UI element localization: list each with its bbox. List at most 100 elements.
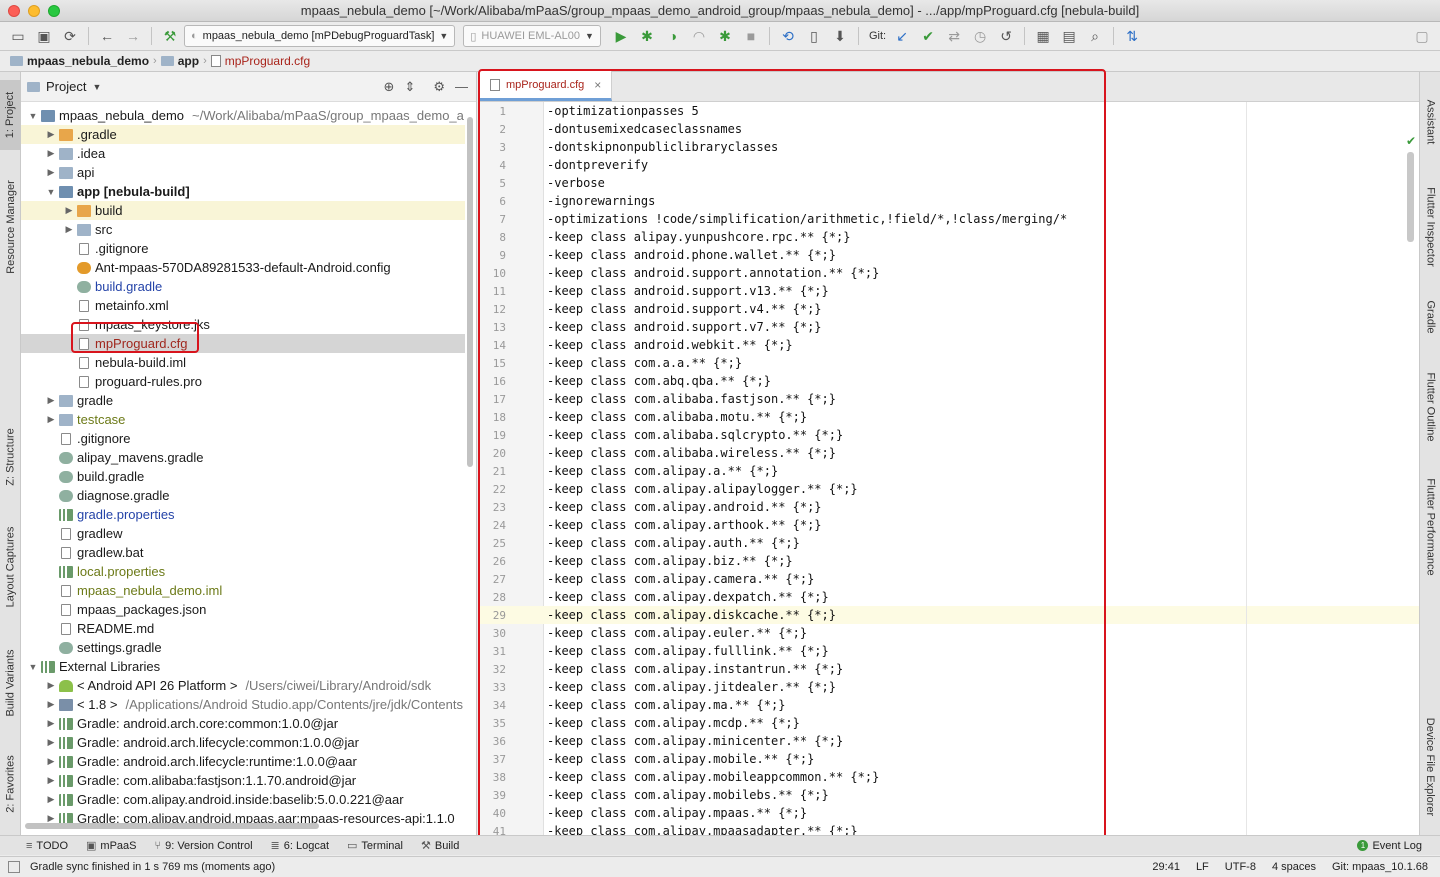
code-line[interactable]: 32 -keep class com.alipay.instantrun.** {… — [478, 660, 1419, 678]
tab-device-file-explorer[interactable]: Device File Explorer — [1420, 702, 1440, 832]
code-line[interactable]: 18 -keep class com.alibaba.motu.** {*;} — [478, 408, 1419, 426]
tree-vertical-scrollbar[interactable] — [467, 117, 473, 467]
tab-resource-manager[interactable]: Resource Manager — [0, 167, 21, 287]
tree-row[interactable]: settings.gradle — [21, 638, 465, 657]
code-line[interactable]: 9 -keep class android.phone.wallet.** {*;… — [478, 246, 1419, 264]
code-line[interactable]: 21 -keep class com.alipay.a.** {*;} — [478, 462, 1419, 480]
run-icon[interactable]: ▶ — [609, 25, 633, 47]
code-line[interactable]: 15 -keep class com.a.a.** {*;} — [478, 354, 1419, 372]
gear-icon[interactable]: ⚙ — [433, 79, 445, 95]
code-line[interactable]: 1 -optimizationpasses 5 — [478, 102, 1419, 120]
collapsed-arrow-icon[interactable]: ▶ — [45, 794, 57, 805]
tree-row[interactable]: diagnose.gradle — [21, 486, 465, 505]
profile-icon[interactable]: ◠ — [687, 25, 711, 47]
git-commit-icon[interactable]: ✔ — [916, 25, 940, 47]
stop-icon[interactable]: ■ — [739, 25, 763, 47]
forward-arrow-icon[interactable]: → — [121, 25, 145, 47]
breadcrumb-item-file[interactable]: mpProguard.cfg — [210, 54, 310, 68]
project-view-select[interactable]: Project — [46, 79, 86, 94]
chevron-down-icon[interactable]: ▼ — [92, 82, 101, 92]
editor-tab-mpproguard[interactable]: mpProguard.cfg × — [478, 71, 613, 101]
project-structure-icon[interactable]: ▦ — [1031, 25, 1055, 47]
collapsed-arrow-icon[interactable]: ▶ — [45, 167, 57, 178]
code-line[interactable]: 20 -keep class com.alibaba.wireless.** {*… — [478, 444, 1419, 462]
search-icon[interactable]: ⌕ — [1083, 25, 1107, 47]
tree-row[interactable]: local.properties — [21, 562, 465, 581]
code-line[interactable]: 33 -keep class com.alipay.jitdealer.** {*… — [478, 678, 1419, 696]
git-branch[interactable]: Git: mpaas_10.1.68 — [1332, 861, 1428, 873]
collapsed-arrow-icon[interactable]: ▶ — [63, 205, 75, 216]
code-line[interactable]: 19 -keep class com.alibaba.sqlcrypto.** {… — [478, 426, 1419, 444]
code-line[interactable]: 37 -keep class com.alipay.mobile.** {*;} — [478, 750, 1419, 768]
tab-gradle[interactable]: Gradle — [1420, 287, 1440, 347]
tree-row[interactable]: ▶ Gradle: android.arch.core:common:1.0.0@… — [21, 714, 465, 733]
code-line[interactable]: 23 -keep class com.alipay.android.** {*;} — [478, 498, 1419, 516]
collapsed-arrow-icon[interactable]: ▶ — [45, 395, 57, 406]
back-arrow-icon[interactable]: ← — [95, 25, 119, 47]
code-line[interactable]: 36 -keep class com.alipay.minicenter.** {… — [478, 732, 1419, 750]
tree-row[interactable]: ▶ testcase — [21, 410, 465, 429]
save-all-icon[interactable]: ▣ — [32, 25, 56, 47]
debug-icon[interactable]: ✱ — [635, 25, 659, 47]
collapsed-arrow-icon[interactable]: ▶ — [45, 737, 57, 748]
bottom-tool-6-logcat[interactable]: ≣ 6: Logcat — [271, 839, 329, 853]
tab-build-variants[interactable]: Build Variants — [0, 640, 21, 725]
code-line[interactable]: 13 -keep class android.support.v7.** {*;} — [478, 318, 1419, 336]
code-line[interactable]: 40 -keep class com.alipay.mpaas.** {*;} — [478, 804, 1419, 822]
collapsed-arrow-icon[interactable]: ▶ — [63, 224, 75, 235]
gradle-sync-icon[interactable]: ⟲ — [776, 25, 800, 47]
code-line[interactable]: 7 -optimizations !code/simplification/ari… — [478, 210, 1419, 228]
tab-project[interactable]: 1: Project — [0, 80, 21, 150]
tree-row[interactable]: mpaas_nebula_demo.iml — [21, 581, 465, 600]
bottom-tool-mpaas[interactable]: ▣ mPaaS — [86, 839, 136, 853]
tree-row[interactable]: ▶ Gradle: com.alipay.android.inside:basel… — [21, 790, 465, 809]
code-line[interactable]: 39 -keep class com.alipay.mobilebs.** {*;… — [478, 786, 1419, 804]
event-log-button[interactable]: 1 Event Log — [1357, 840, 1422, 852]
device-select[interactable]: ▯ HUAWEI EML-AL00 ▼ — [463, 25, 601, 47]
tree-row[interactable]: ▶ build — [21, 201, 465, 220]
tab-flutter-outline[interactable]: Flutter Outline — [1420, 362, 1440, 452]
collapsed-arrow-icon[interactable]: ▶ — [45, 775, 57, 786]
coverage-icon[interactable]: ◑ — [661, 25, 685, 47]
code-line[interactable]: 8 -keep class alipay.yunpushcore.rpc.** {… — [478, 228, 1419, 246]
expanded-arrow-icon[interactable]: ▼ — [27, 111, 39, 121]
tree-row[interactable]: mpaas_packages.json — [21, 600, 465, 619]
tree-row[interactable]: ▶ gradle — [21, 391, 465, 410]
close-window-button[interactable] — [8, 4, 20, 17]
code-line[interactable]: 34 -keep class com.alipay.ma.** {*;} — [478, 696, 1419, 714]
bottom-tool-terminal[interactable]: ▭ Terminal — [347, 839, 403, 853]
expanded-arrow-icon[interactable]: ▼ — [45, 187, 57, 197]
collapsed-arrow-icon[interactable]: ▶ — [45, 718, 57, 729]
apk-analyzer-icon[interactable]: ⇅ — [1120, 25, 1144, 47]
tab-flutter-performance[interactable]: Flutter Performance — [1420, 467, 1440, 587]
code-line[interactable]: 14 -keep class android.webkit.** {*;} — [478, 336, 1419, 354]
code-line[interactable]: 28 -keep class com.alipay.dexpatch.** {*;… — [478, 588, 1419, 606]
collapsed-arrow-icon[interactable]: ▶ — [45, 148, 57, 159]
status-message[interactable]: Gradle sync finished in 1 s 769 ms (mome… — [30, 861, 275, 873]
tree-row[interactable]: .gitignore — [21, 429, 465, 448]
tree-row[interactable]: mpProguard.cfg — [21, 334, 465, 353]
tree-row[interactable]: build.gradle — [21, 277, 465, 296]
collapsed-arrow-icon[interactable]: ▶ — [45, 756, 57, 767]
locate-file-icon[interactable]: ⊕ — [384, 79, 395, 95]
indent-setting[interactable]: 4 spaces — [1272, 861, 1316, 873]
collapse-all-icon[interactable]: ⇕ — [404, 79, 415, 95]
tab-structure[interactable]: Z: Structure — [0, 417, 21, 497]
attach-debugger-icon[interactable]: ✱ — [713, 25, 737, 47]
tree-row[interactable]: ▶ Gradle: com.alibaba:fastjson:1.1.70.and… — [21, 771, 465, 790]
open-folder-icon[interactable]: ▭ — [6, 25, 30, 47]
run-configuration-select[interactable]: ◐ mpaas_nebula_demo [mPDebugProguardTask… — [184, 25, 456, 47]
tree-row[interactable]: .gitignore — [21, 239, 465, 258]
expanded-arrow-icon[interactable]: ▼ — [27, 662, 39, 672]
close-icon[interactable]: × — [594, 78, 601, 92]
bottom-tool-build[interactable]: ⚒ Build — [421, 839, 459, 853]
tree-row[interactable]: nebula-build.iml — [21, 353, 465, 372]
tree-row[interactable]: ▶ api — [21, 163, 465, 182]
tree-row[interactable]: ▼ app [nebula-build] — [21, 182, 465, 201]
code-line[interactable]: 4 -dontpreverify — [478, 156, 1419, 174]
code-line[interactable]: 17 -keep class com.alibaba.fastjson.** {*… — [478, 390, 1419, 408]
minimize-window-button[interactable] — [28, 4, 40, 17]
bottom-tool-todo[interactable]: ≡ TODO — [26, 840, 68, 852]
code-line[interactable]: 11 -keep class android.support.v13.** {*;… — [478, 282, 1419, 300]
code-line[interactable]: 35 -keep class com.alipay.mcdp.** {*;} — [478, 714, 1419, 732]
